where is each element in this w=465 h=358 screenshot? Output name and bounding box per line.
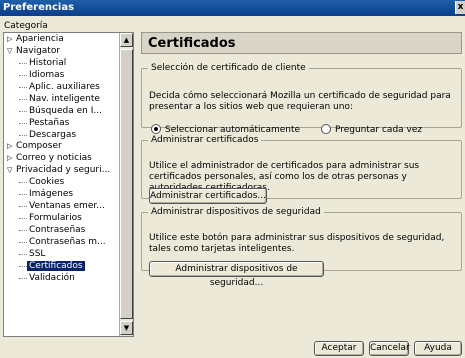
category-label: Categoría: [4, 21, 48, 31]
sidebar-item-label: Apariencia: [16, 34, 64, 44]
category-tree[interactable]: ▷ Apariencia ▽ Navigator Historial Idiomas Apl…: [3, 32, 134, 337]
category-list: ▷ Apariencia ▽ Navigator Historial Idiomas Apl…: [4, 33, 120, 284]
sidebar-item[interactable]: Idiomas: [4, 69, 120, 81]
sidebar-item[interactable]: Pestañas: [4, 117, 120, 129]
sidebar-item-label: Certificados: [27, 260, 85, 271]
manage-devices-legend: Administrar dispositivos de seguridad: [151, 207, 321, 217]
sidebar-item-label: Imágenes: [29, 189, 74, 200]
sidebar-item-label: Formularios: [29, 213, 82, 224]
scroll-thumb[interactable]: [120, 49, 133, 319]
sidebar-item[interactable]: Búsqueda en I...: [4, 105, 120, 117]
sidebar-item[interactable]: Aplic. auxiliares: [4, 81, 120, 93]
client-cert-options: Seleccionar automáticamente Preguntar ca…: [151, 124, 440, 135]
manage-devices-description: Utilice este botón para administrar sus …: [149, 233, 445, 254]
cancel-button[interactable]: Cancelar: [369, 341, 410, 356]
sidebar-item[interactable]: Contraseñas m...: [4, 236, 120, 248]
sidebar-item-label: Ventanas emer...: [29, 201, 105, 212]
window-title: Preferencias: [3, 2, 75, 13]
close-icon[interactable]: x: [455, 1, 465, 14]
manage-devices-group: Administrar dispositivos de seguridad Ut…: [141, 207, 462, 288]
sidebar-item[interactable]: Nav. inteligente: [4, 93, 120, 105]
sidebar-item[interactable]: Descargas: [4, 129, 120, 141]
twisty-open-icon[interactable]: ▽: [7, 45, 16, 57]
manage-certs-legend: Administrar certificados: [151, 135, 259, 145]
sidebar-item[interactable]: ▽ Navigator: [4, 45, 120, 57]
sidebar-item-label: Correo y noticias: [16, 153, 92, 164]
scroll-down-arrow-icon[interactable]: ▼: [120, 321, 133, 335]
sidebar-item[interactable]: Cookies: [4, 176, 120, 188]
client-cert-description: Decida cómo seleccionará Mozilla un cert…: [149, 91, 451, 112]
sidebar-item[interactable]: ▷ Apariencia: [4, 33, 120, 45]
twisty-open-icon[interactable]: ▽: [7, 164, 16, 176]
sidebar-item[interactable]: Formularios: [4, 212, 120, 224]
tree-scrollbar[interactable]: ▲ ▼: [119, 33, 133, 336]
sidebar-item[interactable]: ▽ Privacidad y seguri...: [4, 164, 120, 176]
sidebar-item-label: Búsqueda en I...: [29, 105, 102, 116]
sidebar-item[interactable]: Ventanas emer...: [4, 200, 120, 212]
radio-auto-label[interactable]: Seleccionar automáticamente: [165, 125, 300, 135]
preferences-panel: Certificados Selección de certificado de…: [141, 32, 462, 337]
radio-auto[interactable]: [151, 124, 161, 134]
help-button[interactable]: Ayuda: [414, 341, 462, 356]
ok-button[interactable]: Aceptar: [314, 341, 364, 356]
sidebar-item[interactable]: Contraseñas: [4, 224, 120, 236]
client-cert-group: Selección de certificado de cliente Deci…: [141, 63, 462, 135]
sidebar-item-label: Navigator: [16, 45, 61, 56]
sidebar-item[interactable]: SSL: [4, 248, 120, 260]
client-cert-legend: Selección de certificado de cliente: [151, 63, 306, 73]
sidebar-item[interactable]: Certificados: [4, 260, 120, 272]
sidebar-item-label: Contraseñas m...: [29, 236, 106, 247]
scroll-up-arrow-icon[interactable]: ▲: [120, 33, 133, 47]
manage-devices-button[interactable]: Administrar dispositivos de seguridad...: [149, 261, 324, 288]
manage-certs-button[interactable]: Administrar certificados...: [149, 188, 267, 204]
twisty-closed-icon[interactable]: ▷: [7, 140, 16, 152]
sidebar-item[interactable]: Historial: [4, 57, 120, 69]
twisty-closed-icon[interactable]: ▷: [7, 33, 16, 45]
sidebar-item-label: Historial: [29, 57, 67, 68]
panel-title: Certificados: [141, 32, 462, 54]
manage-certs-group: Administrar certificados Utilice el admi…: [141, 135, 462, 204]
sidebar-item-label: Contraseñas: [29, 225, 86, 235]
window-titlebar: Preferencias x: [0, 0, 465, 16]
radio-ask[interactable]: [320, 124, 331, 134]
sidebar-item-label: Nav. inteligente: [29, 93, 100, 104]
sidebar-item[interactable]: ▷ Composer: [4, 140, 120, 152]
twisty-closed-icon[interactable]: ▷: [7, 152, 16, 164]
radio-ask-label[interactable]: Preguntar cada vez: [335, 125, 422, 135]
sidebar-item-label: Aplic. auxiliares: [29, 81, 100, 92]
sidebar-item-label: Composer: [16, 141, 62, 152]
sidebar-item-label: Cookies: [29, 177, 65, 188]
sidebar-item[interactable]: ▷ Correo y noticias: [4, 152, 120, 164]
sidebar-item-label: Validación: [29, 272, 75, 283]
sidebar-item-label: Descargas: [29, 129, 77, 140]
sidebar-item[interactable]: Validación: [4, 272, 120, 284]
sidebar-item-label: Pestañas: [29, 117, 70, 128]
sidebar-item[interactable]: Imágenes: [4, 188, 120, 200]
sidebar-item-label: SSL: [29, 248, 46, 259]
sidebar-item-label: Privacidad y seguri...: [16, 165, 111, 176]
sidebar-item-label: Idiomas: [29, 69, 65, 80]
